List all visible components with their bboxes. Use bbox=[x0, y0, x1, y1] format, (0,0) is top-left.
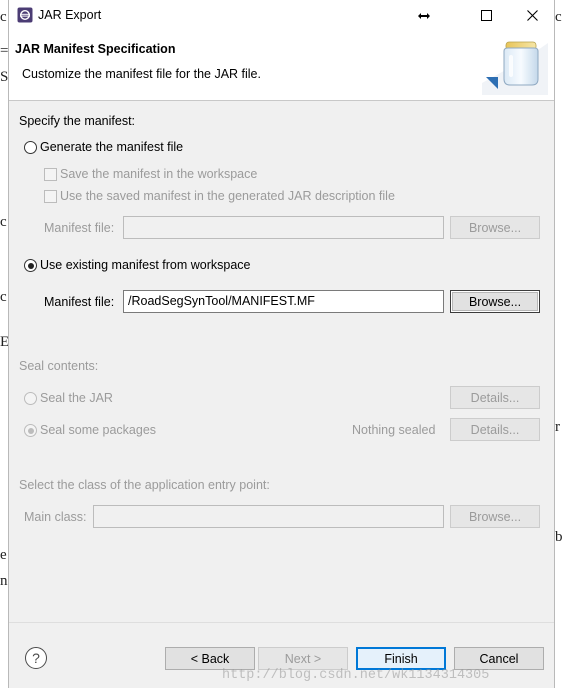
cancel-button[interactable]: Cancel bbox=[454, 647, 544, 670]
generate-manifest-label[interactable]: Generate the manifest file bbox=[40, 140, 183, 154]
save-manifest-checkbox[interactable] bbox=[44, 168, 57, 181]
eclipse-app-icon bbox=[17, 7, 33, 23]
window-title: JAR Export bbox=[38, 8, 102, 22]
finish-button[interactable]: Finish bbox=[356, 647, 446, 670]
seal-jar-label: Seal the JAR bbox=[40, 391, 113, 405]
seal-jar-radio[interactable] bbox=[24, 392, 37, 405]
existing-manifest-radio[interactable] bbox=[24, 259, 37, 272]
page-title: JAR Manifest Specification bbox=[15, 42, 176, 56]
existing-manifest-file-input[interactable]: /RoadSegSynTool/MANIFEST.MF bbox=[123, 290, 444, 313]
seal-packages-radio[interactable] bbox=[24, 424, 37, 437]
resize-arrow-icon[interactable] bbox=[401, 0, 447, 31]
existing-manifest-browse-button[interactable]: Browse... bbox=[450, 290, 540, 313]
main-class-label: Main class: bbox=[24, 510, 87, 524]
use-saved-manifest-checkbox[interactable] bbox=[44, 190, 57, 203]
back-button[interactable]: < Back bbox=[165, 647, 255, 670]
wizard-content: Specify the manifest: Generate the manif… bbox=[9, 102, 554, 621]
maximize-icon bbox=[480, 10, 492, 21]
wizard-header: JAR Manifest Specification Customize the… bbox=[9, 31, 554, 101]
generate-manifest-browse-button[interactable]: Browse... bbox=[450, 216, 540, 239]
generate-manifest-radio[interactable] bbox=[24, 141, 37, 154]
help-icon[interactable]: ? bbox=[25, 647, 47, 669]
seal-contents-label: Seal contents: bbox=[19, 359, 99, 373]
seal-packages-details-button[interactable]: Details... bbox=[450, 418, 540, 441]
next-button[interactable]: Next > bbox=[258, 647, 348, 670]
generate-manifest-file-input[interactable] bbox=[123, 216, 444, 239]
jar-export-dialog: JAR Export JAR Manifest Specification Cu… bbox=[8, 0, 555, 688]
main-class-browse-button[interactable]: Browse... bbox=[450, 505, 540, 528]
entry-point-label: Select the class of the application entr… bbox=[19, 478, 270, 492]
seal-packages-status: Nothing sealed bbox=[352, 423, 436, 437]
maximize-button[interactable] bbox=[463, 0, 509, 31]
background-right-strip: c r b bbox=[554, 0, 563, 695]
existing-manifest-file-label: Manifest file: bbox=[44, 295, 115, 309]
seal-packages-label: Seal some packages bbox=[40, 423, 157, 437]
existing-manifest-label[interactable]: Use existing manifest from workspace bbox=[40, 258, 251, 272]
main-class-input[interactable] bbox=[93, 505, 444, 528]
close-icon bbox=[526, 10, 538, 21]
jar-wizard-icon bbox=[482, 41, 548, 95]
use-saved-manifest-label: Use the saved manifest in the generated … bbox=[60, 189, 395, 203]
save-manifest-label: Save the manifest in the workspace bbox=[60, 167, 258, 181]
seal-jar-details-button[interactable]: Details... bbox=[450, 386, 540, 409]
watermark: http://blog.csdn.net/wk1134314305 bbox=[222, 668, 490, 683]
generate-manifest-file-label: Manifest file: bbox=[44, 221, 115, 235]
specify-manifest-label: Specify the manifest: bbox=[19, 114, 136, 128]
page-description: Customize the manifest file for the JAR … bbox=[22, 67, 261, 81]
close-button[interactable] bbox=[509, 0, 555, 31]
title-bar: JAR Export bbox=[9, 0, 554, 31]
